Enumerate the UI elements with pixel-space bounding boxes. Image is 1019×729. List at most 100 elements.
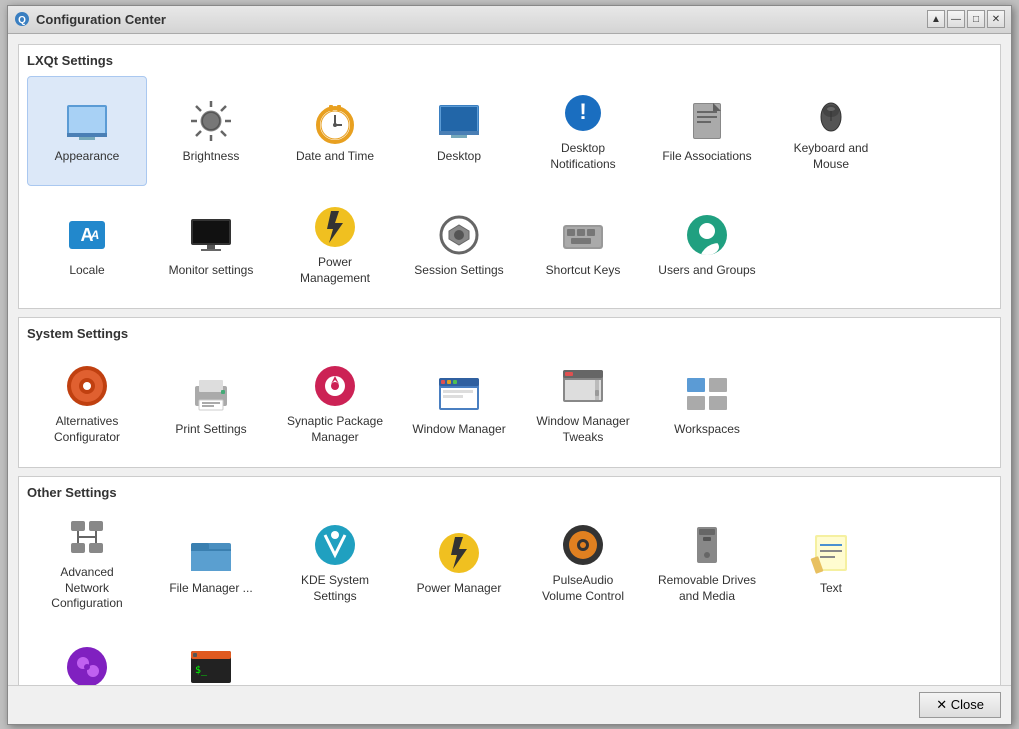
item-kde[interactable]: KDE System Settings <box>275 508 395 618</box>
item-window-tweaks[interactable]: Window Manager Tweaks <box>523 349 643 459</box>
pulseaudio-icon <box>559 521 607 569</box>
item-locale[interactable]: A A Locale <box>27 190 147 300</box>
svg-text:A: A <box>90 228 100 242</box>
session-label: Session Settings <box>414 263 503 279</box>
content-area: LXQt Settings Appearance <box>8 34 1011 685</box>
file-assoc-label: File Associations <box>662 149 751 165</box>
titlebar: Q Configuration Center ▲ — □ ✕ <box>8 6 1011 34</box>
brightness-icon <box>187 97 235 145</box>
other-section: Other Settings <box>18 476 1001 685</box>
minimize-button[interactable]: ▲ <box>927 10 945 28</box>
item-file-assoc[interactable]: File Associations <box>647 76 767 186</box>
power-mgmt-icon <box>311 203 359 251</box>
power2-icon <box>435 529 483 577</box>
removable-label: Removable Drives and Media <box>657 573 757 604</box>
item-removable[interactable]: Removable Drives and Media <box>647 508 767 618</box>
item-window-mgr[interactable]: Window Manager <box>399 349 519 459</box>
item-file-mgr[interactable]: File Manager ... <box>151 508 271 618</box>
main-scroll[interactable]: LXQt Settings Appearance <box>8 34 1011 685</box>
shortcut-label: Shortcut Keys <box>546 263 621 279</box>
shortcut-icon <box>559 211 607 259</box>
window-tweaks-label: Window Manager Tweaks <box>533 414 633 445</box>
item-text[interactable]: Text <box>771 508 891 618</box>
item-xscreensaver[interactable]: XScreenSaver <box>27 622 147 685</box>
power-mgmt-label: Power Management <box>285 255 385 286</box>
svg-text:Q: Q <box>18 15 26 26</box>
item-keyboard-mouse[interactable]: Keyboard and Mouse <box>771 76 891 186</box>
datetime-icon <box>311 97 359 145</box>
print-icon <box>187 370 235 418</box>
locale-label: Locale <box>69 263 104 279</box>
lxqt-section: LXQt Settings Appearance <box>18 44 1001 309</box>
footer: ✕ Close <box>8 685 1011 724</box>
app-icon: Q <box>14 11 30 27</box>
item-monitor[interactable]: Monitor settings <box>151 190 271 300</box>
kde-icon <box>311 521 359 569</box>
titlebar-buttons: ▲ — □ ✕ <box>927 10 1005 28</box>
item-workspaces[interactable]: Workspaces <box>647 349 767 459</box>
keyboard-mouse-label: Keyboard and Mouse <box>781 141 881 172</box>
appearance-icon <box>63 97 111 145</box>
brightness-label: Brightness <box>183 149 240 165</box>
close-button[interactable]: ✕ Close <box>919 692 1001 718</box>
xscreensaver-icon <box>63 643 111 685</box>
workspaces-label: Workspaces <box>674 422 740 438</box>
text-icon <box>807 529 855 577</box>
window-mgr-label: Window Manager <box>412 422 505 438</box>
file-assoc-icon <box>683 97 731 145</box>
alternatives-label: Alternatives Configurator <box>37 414 137 445</box>
svg-text:$_: $_ <box>195 665 208 676</box>
restore-button[interactable]: — <box>947 10 965 28</box>
item-xfce-terminal[interactable]: $_ Xfce Terminal <box>151 622 271 685</box>
window-title: Configuration Center <box>36 12 166 27</box>
item-adv-network[interactable]: Advanced Network Configuration <box>27 508 147 618</box>
item-alternatives[interactable]: Alternatives Configurator <box>27 349 147 459</box>
item-appearance[interactable]: Appearance <box>27 76 147 186</box>
print-label: Print Settings <box>175 422 246 438</box>
svg-text:!: ! <box>579 99 586 124</box>
monitor-label: Monitor settings <box>169 263 254 279</box>
desktop-notif-label: Desktop Notifications <box>533 141 633 172</box>
alternatives-icon <box>63 362 111 410</box>
adv-network-icon <box>63 513 111 561</box>
lxqt-title: LXQt Settings <box>27 53 992 68</box>
other-title: Other Settings <box>27 485 992 500</box>
users-icon <box>683 211 731 259</box>
maximize-button[interactable]: □ <box>967 10 985 28</box>
pulseaudio-label: PulseAudio Volume Control <box>533 573 633 604</box>
synaptic-icon <box>311 362 359 410</box>
item-session[interactable]: Session Settings <box>399 190 519 300</box>
desktop-icon <box>435 97 483 145</box>
users-label: Users and Groups <box>658 263 755 279</box>
locale-icon: A A <box>63 211 111 259</box>
power2-label: Power Manager <box>417 581 502 597</box>
lxqt-grid: Appearance <box>27 76 992 300</box>
item-datetime[interactable]: Date and Time <box>275 76 395 186</box>
file-mgr-label: File Manager ... <box>169 581 252 597</box>
item-power2[interactable]: Power Manager <box>399 508 519 618</box>
file-mgr-icon <box>187 529 235 577</box>
item-pulseaudio[interactable]: PulseAudio Volume Control <box>523 508 643 618</box>
session-icon <box>435 211 483 259</box>
monitor-icon <box>187 211 235 259</box>
removable-icon <box>683 521 731 569</box>
item-desktop-notif[interactable]: ! Desktop Notifications <box>523 76 643 186</box>
item-synaptic[interactable]: Synaptic Package Manager <box>275 349 395 459</box>
item-brightness[interactable]: Brightness <box>151 76 271 186</box>
main-window: Q Configuration Center ▲ — □ ✕ LXQt Sett… <box>7 5 1012 725</box>
kde-label: KDE System Settings <box>285 573 385 604</box>
item-users[interactable]: Users and Groups <box>647 190 767 300</box>
item-print[interactable]: Print Settings <box>151 349 271 459</box>
item-power-mgmt[interactable]: Power Management <box>275 190 395 300</box>
window-tweaks-icon <box>559 362 607 410</box>
workspaces-icon <box>683 370 731 418</box>
window-mgr-icon <box>435 370 483 418</box>
synaptic-label: Synaptic Package Manager <box>285 414 385 445</box>
close-window-button[interactable]: ✕ <box>987 10 1005 28</box>
text-label: Text <box>820 581 842 597</box>
item-shortcut[interactable]: Shortcut Keys <box>523 190 643 300</box>
item-desktop[interactable]: Desktop <box>399 76 519 186</box>
desktop-notif-icon: ! <box>559 89 607 137</box>
system-section: System Settings Alternatives Configurato… <box>18 317 1001 468</box>
adv-network-label: Advanced Network Configuration <box>37 565 137 612</box>
